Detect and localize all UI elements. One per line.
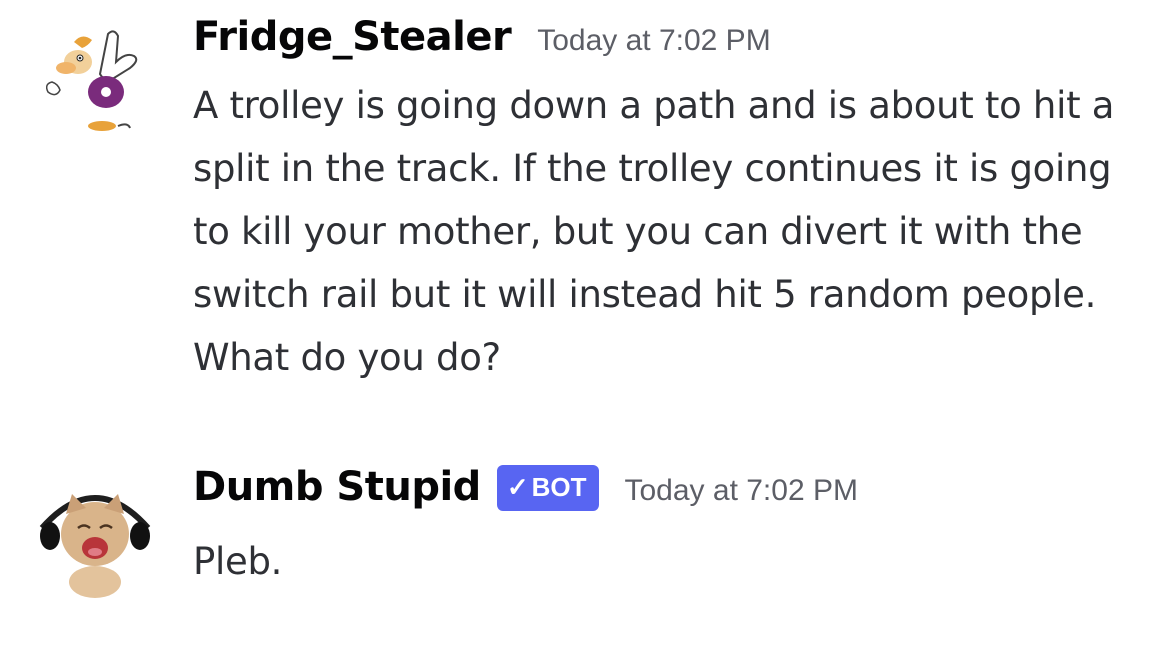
message-timestamp[interactable]: Today at 7:02 PM <box>537 24 770 58</box>
message-header: Dumb Stupid ✓ BOT Today at 7:02 PM <box>193 464 858 515</box>
message-content: A trolley is going down a path and is ab… <box>193 84 1115 379</box>
message-header: Fridge_Stealer Today at 7:02 PM <box>193 14 771 60</box>
rayman-avatar-icon <box>30 22 160 152</box>
username[interactable]: Dumb Stupid <box>193 464 481 510</box>
message-timestamp[interactable]: Today at 7:02 PM <box>625 474 858 508</box>
bot-avatar[interactable] <box>30 470 160 600</box>
username[interactable]: Fridge_Stealer <box>193 14 512 60</box>
message-content: Pleb. <box>193 540 283 583</box>
checkmark-icon: ✓ <box>506 472 529 502</box>
bot-tag-label: BOT <box>531 472 587 502</box>
user-avatar[interactable] <box>30 22 160 152</box>
bot-tag: ✓ BOT <box>496 464 599 511</box>
cat-headphones-avatar-icon <box>30 470 160 600</box>
